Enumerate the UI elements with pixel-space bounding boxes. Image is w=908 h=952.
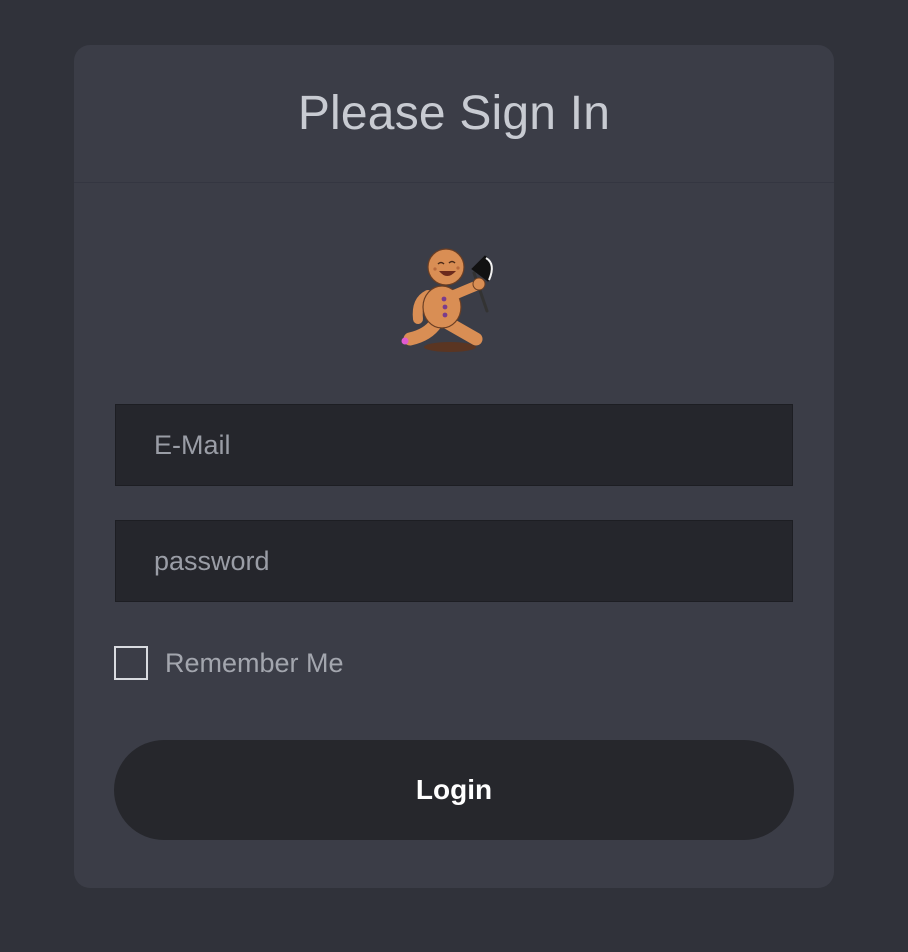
gingerbread-man-with-axe-logo-icon	[401, 248, 493, 352]
remember-me-row: Remember Me	[114, 645, 344, 681]
remember-me-checkbox[interactable]	[114, 646, 148, 680]
page-title: Please Sign In	[297, 87, 611, 140]
email-field[interactable]	[115, 404, 793, 486]
password-field[interactable]	[115, 520, 793, 602]
card-header: Please Sign In	[74, 45, 834, 183]
logo	[74, 231, 834, 359]
remember-me-label[interactable]: Remember Me	[165, 648, 344, 679]
login-button[interactable]: Login	[114, 740, 794, 840]
login-card: Please Sign In E-Mail Remember Me Login	[74, 45, 834, 888]
